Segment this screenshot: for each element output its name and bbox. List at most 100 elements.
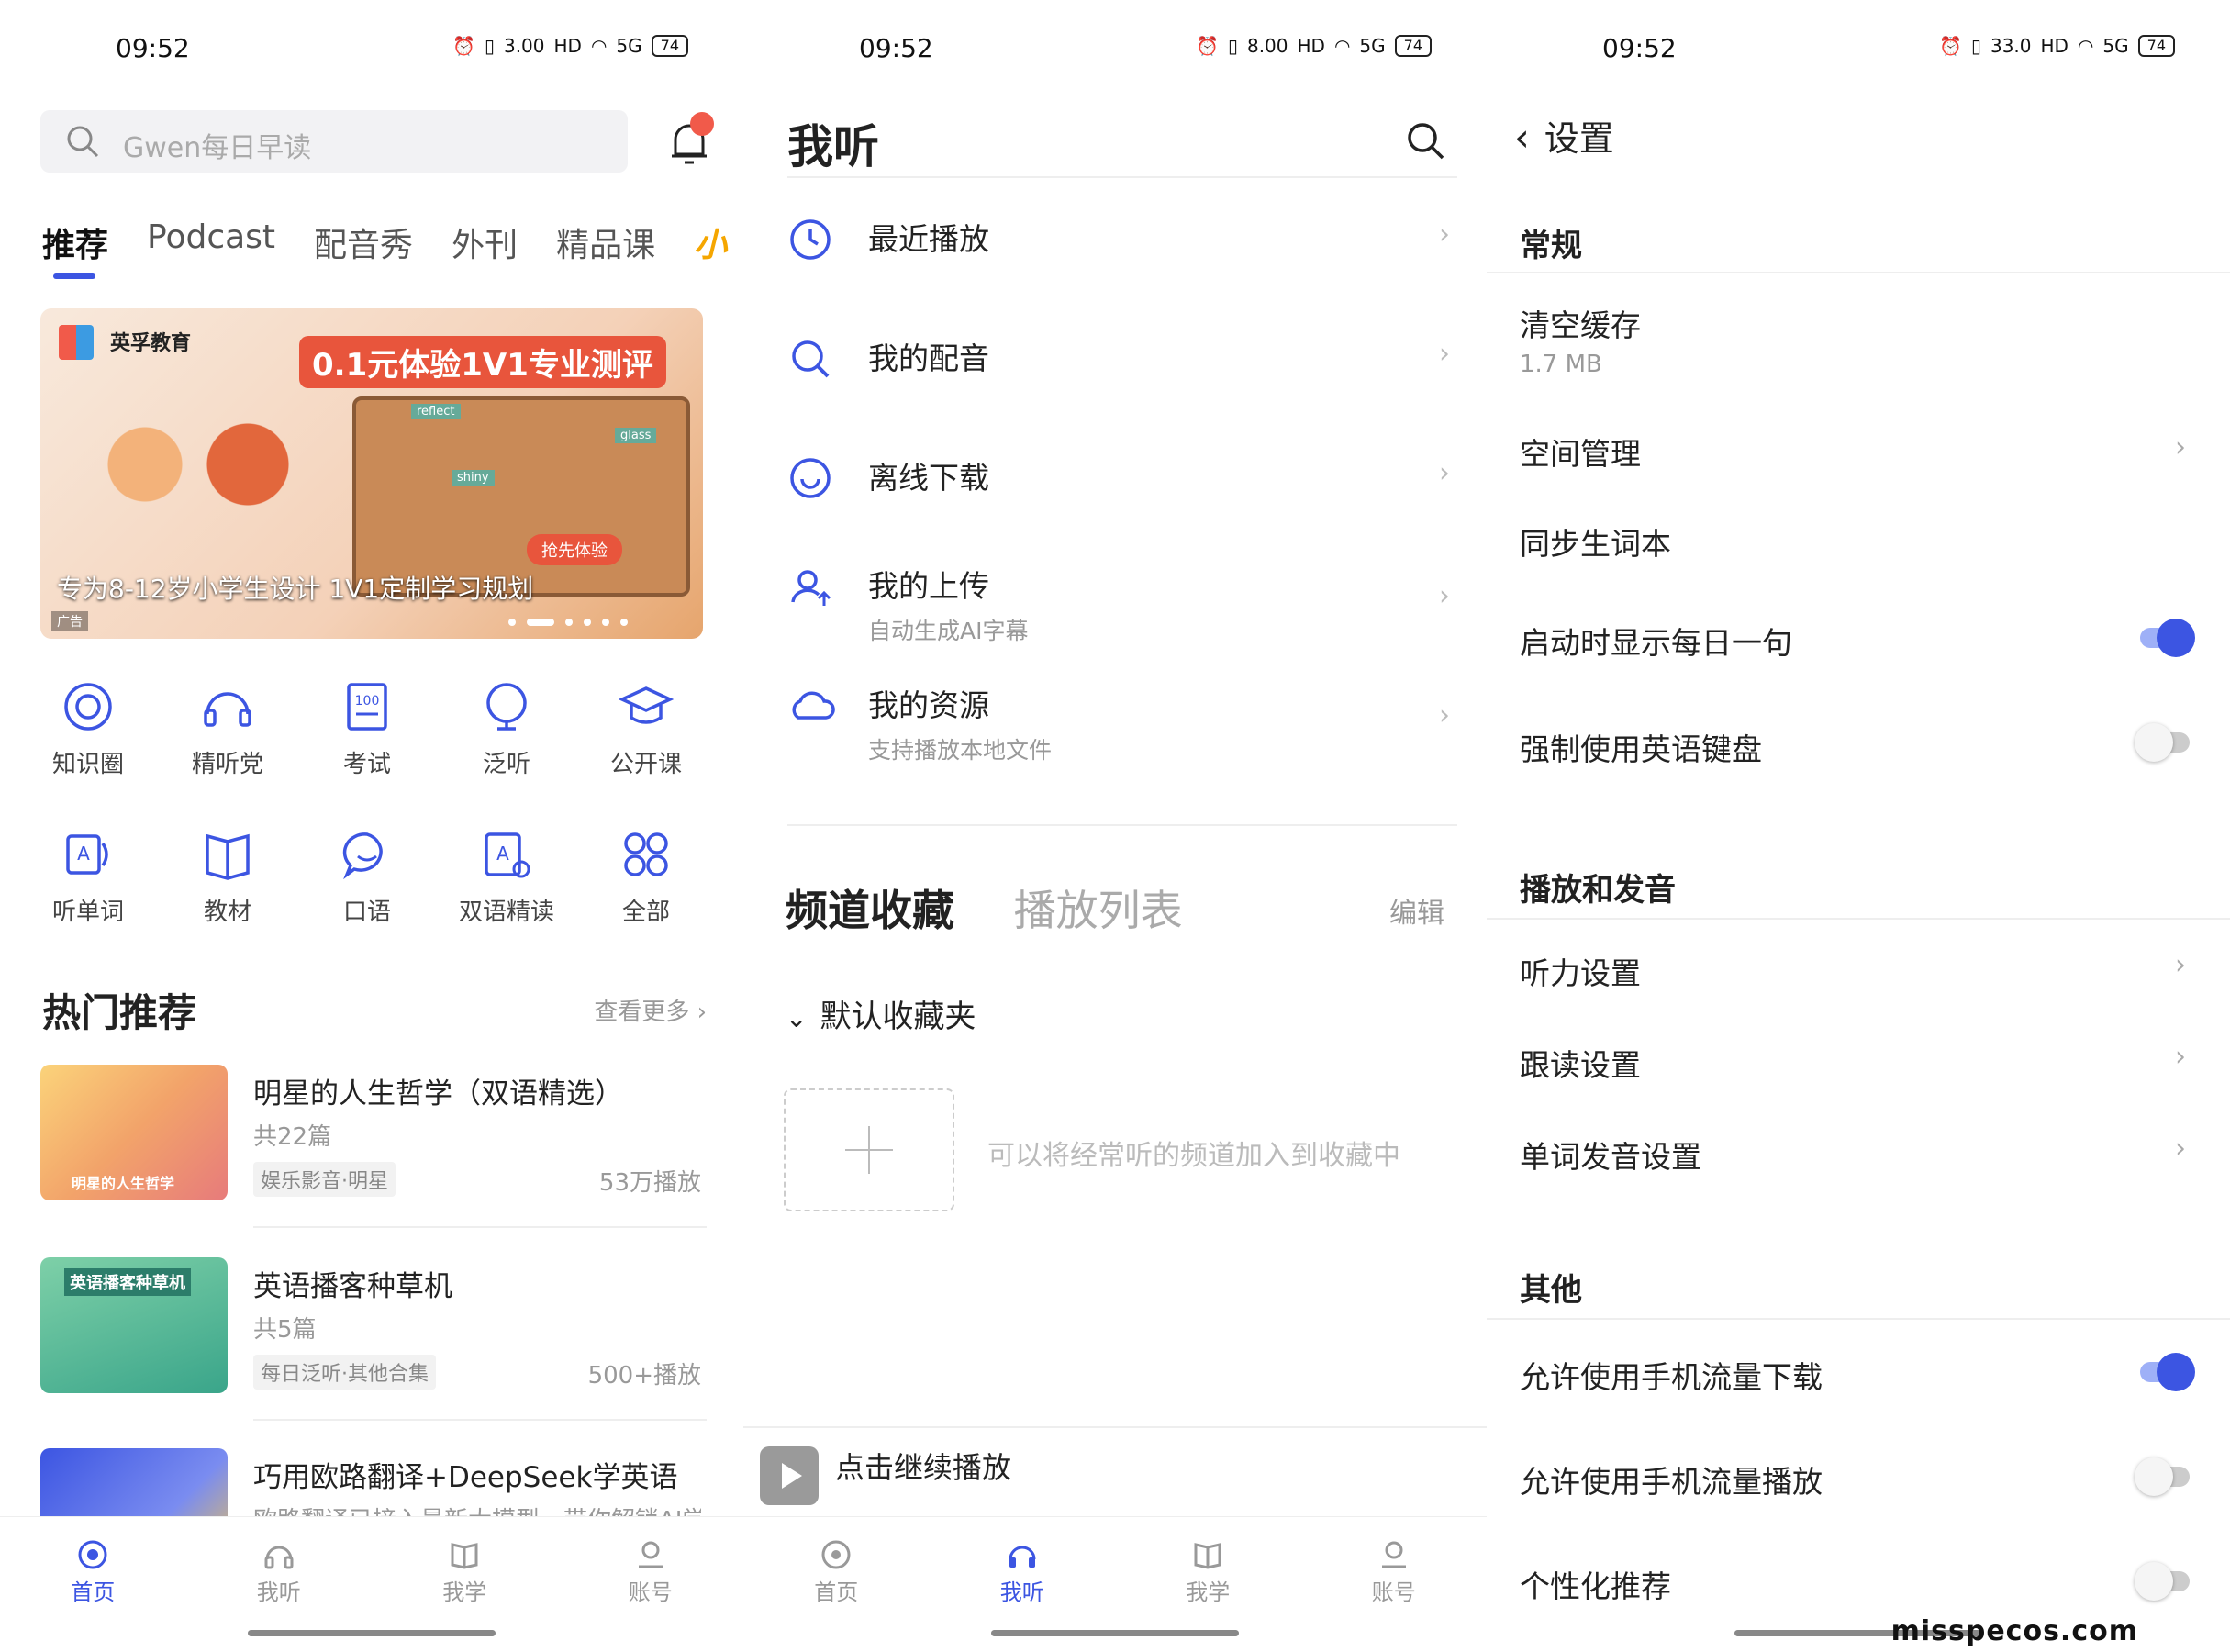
gesture-bar (991, 1630, 1239, 1636)
download-circle-icon (790, 458, 831, 498)
rec-tag: 每日泛听·其他合集 (253, 1355, 436, 1390)
user-upload-icon (791, 570, 831, 606)
search-icon[interactable] (1404, 119, 1446, 162)
home-icon (78, 1540, 107, 1569)
section-general: 常规 (1520, 228, 1582, 264)
force-english-keyboard-toggle[interactable] (2135, 723, 2190, 762)
hot-recommend-title: 热门推荐 (42, 990, 197, 1035)
nav-listen[interactable]: 我听 (930, 1517, 1116, 1618)
home-tabs: 推荐 Podcast 配音秀 外刊 精品课 小 (42, 218, 727, 266)
chevron-right-icon: › (1439, 218, 1450, 251)
status-icons: ⏰ ▯ 3.00 HD ◠ 5G 74 (452, 35, 688, 57)
alarm-icon: ⏰ (452, 35, 475, 57)
clear-cache-row[interactable]: 清空缓存 1.7 MB (1520, 301, 2190, 378)
grid-item-knowledge[interactable]: 知识圈 (18, 679, 158, 779)
tab-podcast[interactable]: Podcast (147, 218, 275, 266)
storage-management-row[interactable]: 空间管理 (1520, 430, 2190, 474)
book-icon (1194, 1543, 1221, 1569)
grid-item-speaking[interactable]: 口语 (297, 827, 437, 927)
rec-title: 明星的人生哲学（双语精选） (253, 1077, 623, 1111)
tab-magazine[interactable]: 外刊 (452, 218, 518, 266)
nav-home[interactable]: 首页 (743, 1517, 930, 1618)
mobile-data-play-row: 允许使用手机流量播放 (1520, 1464, 1823, 1500)
mobile-data-play-toggle[interactable] (2135, 1457, 2190, 1496)
nav-listen[interactable]: 我听 (186, 1517, 373, 1618)
grid-item-bilingual-reading[interactable]: A 双语精读 (437, 827, 576, 927)
grid-item-all[interactable]: 全部 (576, 827, 716, 927)
grid-item-open-course[interactable]: 公开课 (576, 679, 716, 779)
feature-grid: 知识圈 精听党 100 考试 泛听 公开课 A 听单词 教材 口语 A 双语精读 全部 (18, 679, 716, 927)
signal-label: 5G (1359, 35, 1386, 57)
tab-channel-favorites[interactable]: 频道收藏 (786, 886, 954, 935)
sync-vocab-row[interactable]: 同步生词本 (1520, 519, 2190, 564)
rec-description: 欧路翻译已接入最新大模型，带你解锁AI学 (253, 1501, 701, 1516)
rec-item[interactable]: 英语播客种草机 英语播客种草机 共5篇 每日泛听·其他合集 500+播放 (40, 1257, 701, 1404)
rec-item[interactable]: 巧用欧路翻译+DeepSeek学英语 欧路翻译已接入最新大模型，带你解锁AI学 (40, 1448, 701, 1516)
grid-item-textbook[interactable]: 教材 (158, 827, 297, 927)
listen-screen: 09:52 ⏰ ▯ 8.00 HD ◠ 5G 74 我听 最近播放 › 我的配音… (743, 0, 1487, 1652)
listening-settings-row[interactable]: 听力设置 (1520, 949, 2190, 993)
banner-illustration (352, 396, 690, 597)
chevron-right-icon: › (1439, 580, 1450, 612)
menu-my-upload[interactable]: 我的上传 自动生成AI字幕 › (787, 547, 1457, 648)
page-title: 设置 (1544, 118, 1614, 159)
menu-my-resources[interactable]: 我的资源 支持播放本地文件 › (787, 666, 1457, 767)
vibrate-icon: ▯ (1970, 35, 1981, 57)
nav-account[interactable]: 账号 (1301, 1517, 1488, 1618)
user-icon (1381, 1541, 1406, 1568)
grid-item-exam[interactable]: 100 考试 (297, 679, 437, 779)
chevron-down-icon: ⌄ (786, 1003, 808, 1033)
search-bar[interactable]: Gwen每日早读 (40, 110, 628, 173)
grid-item-listen-words[interactable]: A 听单词 (18, 827, 158, 927)
rec-item[interactable]: 明星的人生哲学 明星的人生哲学（双语精选） 共22篇 娱乐影音·明星 53万播放 (40, 1065, 701, 1211)
exam-paper-icon: 100 (347, 683, 387, 731)
menu-offline-download[interactable]: 离线下载 › (787, 439, 1457, 540)
chevron-right-icon: › (1439, 338, 1450, 370)
grid-item-extensive-listening[interactable]: 泛听 (437, 679, 576, 779)
headphone-icon (204, 692, 251, 727)
net-speed: 3.00 (503, 35, 545, 57)
home-icon (821, 1540, 851, 1569)
personalized-recommend-toggle[interactable] (2135, 1562, 2190, 1601)
brand-logo-icon (59, 325, 94, 360)
chevron-right-icon: › (1439, 457, 1450, 489)
wifi-icon: ◠ (1333, 35, 1351, 57)
tab-premium-course[interactable]: 精品课 (556, 218, 655, 266)
add-favorite-button[interactable] (784, 1088, 954, 1211)
signal-label: 5G (616, 35, 642, 57)
rec-count: 共5篇 (253, 1316, 317, 1344)
tab-dubbing[interactable]: 配音秀 (314, 218, 413, 266)
battery-icon: 74 (2137, 35, 2175, 57)
nav-account[interactable]: 账号 (558, 1517, 744, 1618)
nav-learn[interactable]: 我学 (372, 1517, 558, 1618)
play-icon[interactable] (760, 1446, 819, 1505)
tab-recommend[interactable]: 推荐 (42, 218, 108, 266)
book-icon (206, 833, 250, 880)
word-pronunciation-row[interactable]: 单词发音设置 (1520, 1133, 2190, 1177)
tab-playlist[interactable]: 播放列表 (1014, 886, 1183, 935)
default-folder[interactable]: ⌄ 默认收藏夹 (786, 991, 976, 1036)
grid-item-intensive-listening[interactable]: 精听党 (158, 679, 297, 779)
bottom-nav: 首页 我听 我学 账号 (0, 1516, 743, 1618)
tab-partial[interactable]: 小 (694, 218, 727, 266)
notification-bell[interactable] (666, 112, 714, 173)
ad-banner[interactable]: 英孚教育 0.1元体验1V1专业测评 reflect glass shiny 抢… (40, 308, 703, 639)
follow-read-settings-row[interactable]: 跟读设置 (1520, 1041, 2190, 1085)
watermark: misspecos.com (1890, 1615, 2138, 1647)
chevron-right-icon: › (1439, 699, 1450, 731)
mini-player[interactable]: 点击继续播放 (743, 1426, 1487, 1518)
menu-my-dubbing[interactable]: 我的配音 › (787, 319, 1457, 420)
mobile-data-download-toggle[interactable] (2140, 1353, 2195, 1391)
menu-recent-play[interactable]: 最近播放 › (787, 200, 1457, 301)
see-more-link[interactable]: 查看更多 › (594, 993, 707, 1027)
bilingual-doc-icon: A (485, 832, 530, 878)
nav-home[interactable]: 首页 (0, 1517, 186, 1618)
headphone-icon (264, 1546, 294, 1569)
section-playback: 播放和发音 (1520, 872, 1676, 909)
edit-button[interactable]: 编辑 (1389, 890, 1444, 931)
banner-brand: 英孚教育 (110, 332, 192, 355)
back-button[interactable]: ‹ 设置 (1514, 110, 1614, 161)
banner-cta[interactable]: 抢先体验 (527, 534, 622, 565)
daily-quote-toggle[interactable] (2140, 619, 2195, 657)
nav-learn[interactable]: 我学 (1115, 1517, 1301, 1618)
